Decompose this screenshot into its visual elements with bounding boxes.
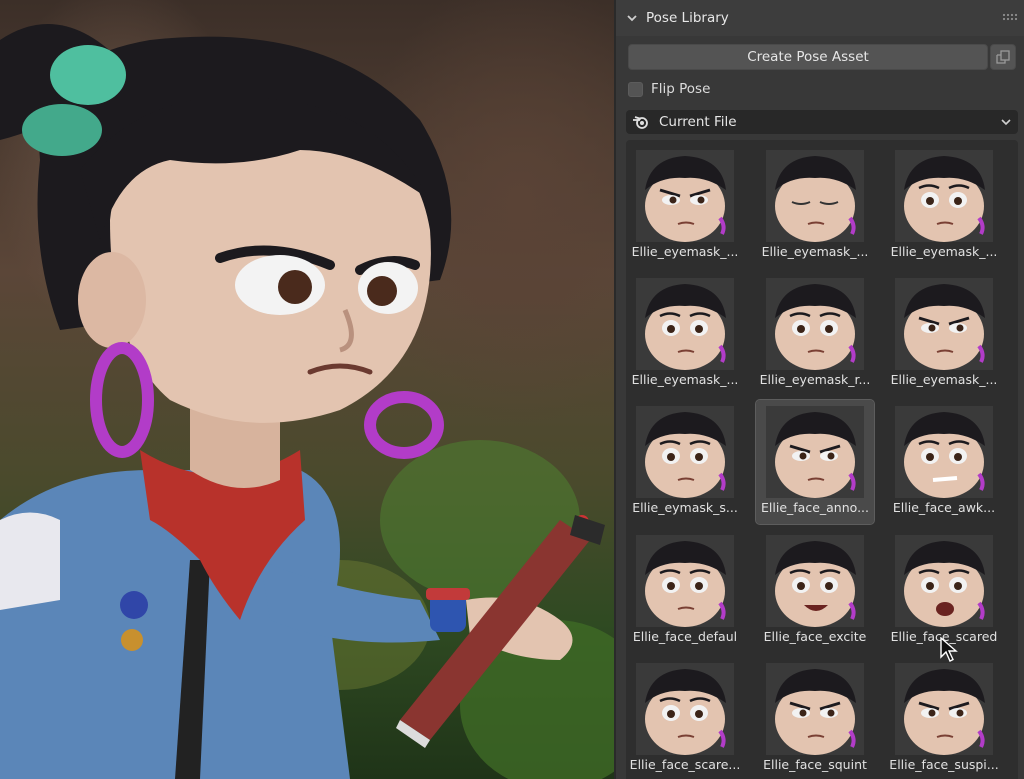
pose-thumbnail <box>766 535 864 627</box>
pose-asset-label: Ellie_eyemask_... <box>890 372 998 387</box>
mouse-cursor-icon <box>940 637 958 662</box>
character-render <box>0 24 605 779</box>
pose-library-panel: Pose Library Create Pose Asset Flip Pose… <box>614 0 1024 779</box>
pose-asset-item[interactable]: Ellie_face_excite <box>756 529 874 653</box>
pose-thumbnail <box>766 278 864 370</box>
pose-asset-label: Ellie_face_excite <box>763 629 867 644</box>
pose-asset-item[interactable]: Ellie_face_suspi... <box>885 657 1003 779</box>
pose-asset-label: Ellie_face_defaul <box>632 629 738 644</box>
flip-pose-label: Flip Pose <box>651 81 711 97</box>
pose-thumbnail <box>766 150 864 242</box>
pose-thumbnail <box>895 406 993 498</box>
flip-pose-row[interactable]: Flip Pose <box>628 79 710 99</box>
pose-asset-label: Ellie_face_anno... <box>761 500 869 515</box>
pose-thumbnail <box>895 663 993 755</box>
asset-library-dropdown[interactable]: Current File <box>626 110 1018 134</box>
pose-asset-item[interactable]: Ellie_face_awk... <box>885 400 1003 524</box>
panel-header[interactable]: Pose Library <box>616 0 1024 36</box>
pose-asset-label: Ellie_face_suspi... <box>889 757 999 772</box>
pose-asset-label: Ellie_face_scare... <box>629 757 741 772</box>
pose-asset-item[interactable]: Ellie_eyemask_... <box>626 144 744 268</box>
drag-grip-icon[interactable] <box>1002 13 1018 21</box>
pose-thumbnail <box>636 406 734 498</box>
pose-thumbnail <box>766 406 864 498</box>
pose-asset-label: Ellie_eyemask_... <box>631 244 739 259</box>
pose-asset-item[interactable]: Ellie_face_scared <box>885 529 1003 653</box>
pose-thumbnail <box>636 150 734 242</box>
pose-thumbnail <box>636 663 734 755</box>
chevron-down-icon <box>1001 119 1011 126</box>
pose-asset-label: Ellie_eyemask_... <box>890 244 998 259</box>
pose-asset-label: Ellie_eyemask_... <box>631 372 739 387</box>
pose-asset-item[interactable]: Ellie_eymask_s... <box>626 400 744 524</box>
pose-asset-item[interactable]: Ellie_face_anno... <box>755 399 875 525</box>
pose-asset-item[interactable]: Ellie_eyemask_... <box>756 144 874 268</box>
pose-asset-item[interactable]: Ellie_face_scare... <box>626 657 744 779</box>
blender-logo-icon <box>633 116 648 129</box>
pose-asset-item[interactable]: Ellie_eyemask_... <box>626 272 744 396</box>
pose-thumbnail <box>895 278 993 370</box>
3d-viewport[interactable] <box>0 0 614 779</box>
create-pose-asset-button[interactable]: Create Pose Asset <box>628 44 988 70</box>
pose-thumbnail <box>636 278 734 370</box>
pose-asset-label: Ellie_face_squint <box>763 757 867 772</box>
copy-pose-button[interactable] <box>990 44 1016 70</box>
pose-asset-label: Ellie_face_awk... <box>892 500 996 515</box>
pose-copy-icon <box>996 50 1010 64</box>
chevron-down-icon[interactable] <box>626 12 638 24</box>
flip-pose-checkbox[interactable] <box>628 81 643 97</box>
pose-asset-item[interactable]: Ellie_face_squint <box>756 657 874 779</box>
pose-thumbnail <box>895 535 993 627</box>
pose-asset-grid[interactable]: Ellie_eyemask_... Ellie_eyemask_... Elli… <box>626 140 1018 779</box>
pose-thumbnail <box>636 535 734 627</box>
pose-asset-label: Ellie_eyemask_r... <box>759 372 871 387</box>
pose-asset-item[interactable]: Ellie_eyemask_... <box>885 144 1003 268</box>
pose-asset-item[interactable]: Ellie_face_defaul <box>626 529 744 653</box>
pose-thumbnail <box>895 150 993 242</box>
asset-library-label: Current File <box>659 114 737 130</box>
pose-thumbnail <box>766 663 864 755</box>
pose-asset-item[interactable]: Ellie_eyemask_r... <box>756 272 874 396</box>
pose-asset-label: Ellie_eymask_s... <box>632 500 738 515</box>
pose-asset-item[interactable]: Ellie_eyemask_... <box>885 272 1003 396</box>
panel-title: Pose Library <box>646 10 729 26</box>
pose-asset-label: Ellie_eyemask_... <box>761 244 869 259</box>
